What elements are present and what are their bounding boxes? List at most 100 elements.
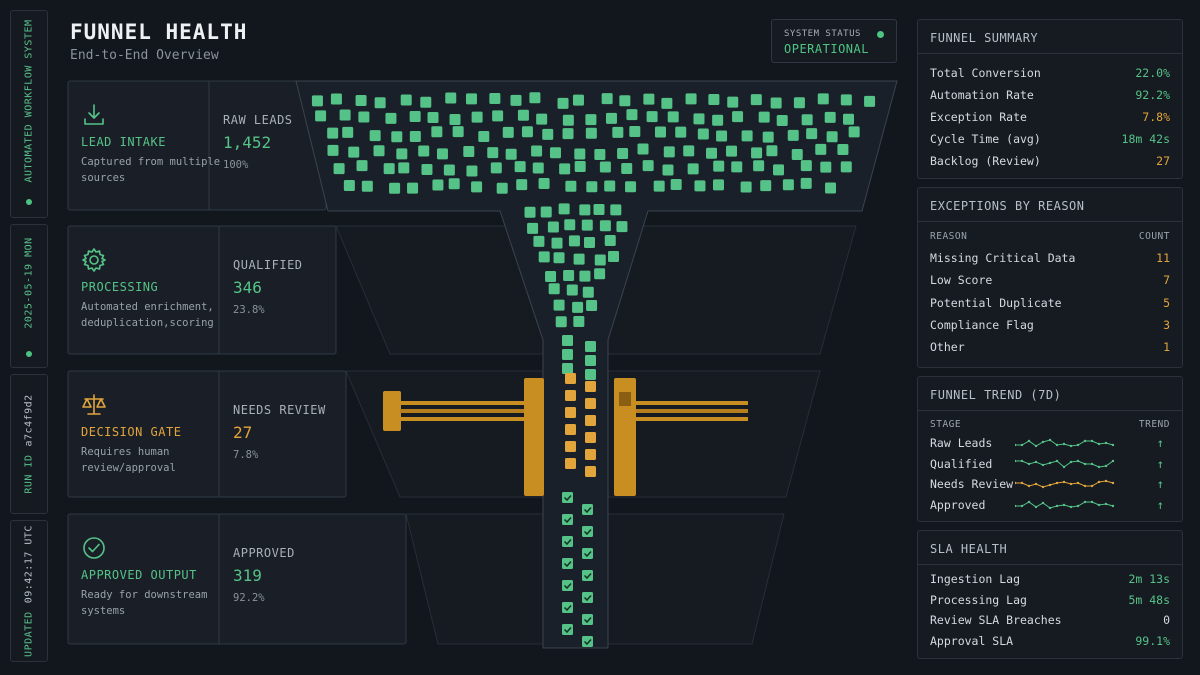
lead-token (540, 206, 552, 218)
sla-row-value: 5m 48s (1128, 592, 1170, 607)
approved-token (562, 492, 573, 503)
sla-row-value: 0 (1163, 613, 1170, 628)
sparkline-point (1076, 459, 1080, 462)
lead-token (585, 415, 596, 426)
sla-row: Review SLA Breaches 0 (930, 613, 1170, 629)
sparkline-point (1097, 465, 1101, 468)
lead-token (565, 180, 577, 192)
sparkline-point (1090, 439, 1094, 443)
lead-token (448, 178, 460, 190)
lead-token (527, 222, 539, 234)
lead-token (740, 181, 752, 193)
lead-token (385, 112, 397, 124)
lead-token (510, 94, 522, 106)
lead-token (573, 253, 585, 265)
sparkline-point (1034, 505, 1038, 508)
summary-row-value: 27 (1156, 154, 1170, 168)
stage-description: Ready for downstream systems (81, 589, 208, 617)
sparkline-point (1111, 504, 1115, 507)
sparkline-point (1020, 481, 1024, 485)
sparkline-point (1097, 480, 1101, 484)
exception-row-label: Low Score (930, 273, 993, 288)
sla-row-label: Processing Lag (930, 592, 1027, 607)
lead-token (654, 126, 666, 138)
lead-token (585, 369, 596, 380)
lead-token (762, 131, 774, 143)
sparkline-point (1055, 504, 1059, 507)
lead-token (531, 145, 543, 157)
lead-token (727, 96, 739, 108)
sparkline-point (1090, 500, 1094, 503)
summary-row: Total Conversion 22.0% (930, 66, 1170, 82)
lead-token (565, 373, 576, 384)
lead-token (427, 111, 439, 123)
lead-token (553, 299, 565, 311)
lead-token (806, 128, 818, 140)
sla-row: Ingestion Lag 2m 13s (930, 572, 1170, 588)
lead-token (585, 127, 597, 139)
lead-token (585, 432, 596, 443)
lead-token (661, 97, 673, 109)
lead-token (585, 449, 596, 460)
gate-arm-1 (400, 401, 524, 405)
lead-token (391, 131, 403, 143)
summary-row-label: Exception Rate (930, 110, 1027, 124)
exceptions-panel: EXCEPTIONS BY REASON REASON COUNT Missin… (917, 187, 1183, 368)
lead-token (551, 237, 563, 249)
exception-row-label: Other (930, 340, 965, 355)
lead-token (557, 97, 569, 109)
gear-icon (80, 246, 108, 274)
lead-token (524, 206, 536, 218)
lead-token (840, 94, 852, 106)
lead-token (776, 114, 788, 126)
lead-token (315, 110, 327, 122)
lead-token (532, 162, 544, 174)
lead-token (610, 204, 622, 216)
lead-token (579, 270, 591, 282)
lead-token (815, 143, 827, 155)
trend-row-label: Qualified (930, 456, 993, 471)
lead-token (601, 93, 613, 105)
lead-token (642, 160, 654, 172)
sla-row: Processing Lag 5m 48s (930, 593, 1170, 609)
stage-title: PROCESSING (81, 280, 159, 294)
lead-token (599, 161, 611, 173)
stage-title: LEAD INTAKE (81, 135, 166, 149)
lead-token (712, 114, 724, 126)
sparkline-point (1034, 460, 1038, 463)
sparkline-point (1083, 462, 1087, 465)
sparkline-point (1048, 461, 1052, 464)
lead-token (770, 97, 782, 109)
gate-center-pillar (524, 378, 544, 496)
sla-row-value: 2m 13s (1128, 572, 1170, 586)
sla-row-label: Approval SLA (930, 634, 1014, 649)
sparkline-point (1015, 459, 1017, 462)
lead-token (374, 97, 386, 109)
lead-token (758, 111, 770, 123)
exceptions-col-reason: REASON (930, 231, 968, 242)
sparkline-point (1076, 443, 1080, 447)
lead-token (585, 355, 596, 366)
exception-row: Other 1 (930, 340, 1170, 356)
sparkline-point (1041, 463, 1045, 466)
lead-token (565, 390, 576, 401)
trend-sparkline (1015, 438, 1115, 448)
lead-token (585, 398, 596, 409)
gate-arm-2 (400, 409, 524, 413)
exception-row: Potential Duplicate 5 (930, 296, 1170, 312)
sparkline-point (1034, 444, 1038, 448)
stage-description: Automated enrichment, deduplication,scor… (81, 301, 214, 329)
stage-metric-value: 27 (233, 423, 253, 442)
lead-token (864, 95, 876, 107)
sparkline-point (1083, 500, 1087, 503)
lead-token (407, 182, 419, 194)
lead-token (637, 143, 649, 155)
exception-row-label: Potential Duplicate (930, 295, 1062, 310)
funnel-summary-panel: FUNNEL SUMMARY Total Conversion 22.0% Auto… (917, 19, 1183, 179)
sparkline-point (1104, 441, 1108, 445)
lead-token (643, 93, 655, 105)
lead-token (409, 110, 421, 122)
sparkline-point (1055, 481, 1059, 485)
sparkline-point (1104, 464, 1108, 467)
summary-row: Exception Rate 7.8% (930, 110, 1170, 126)
